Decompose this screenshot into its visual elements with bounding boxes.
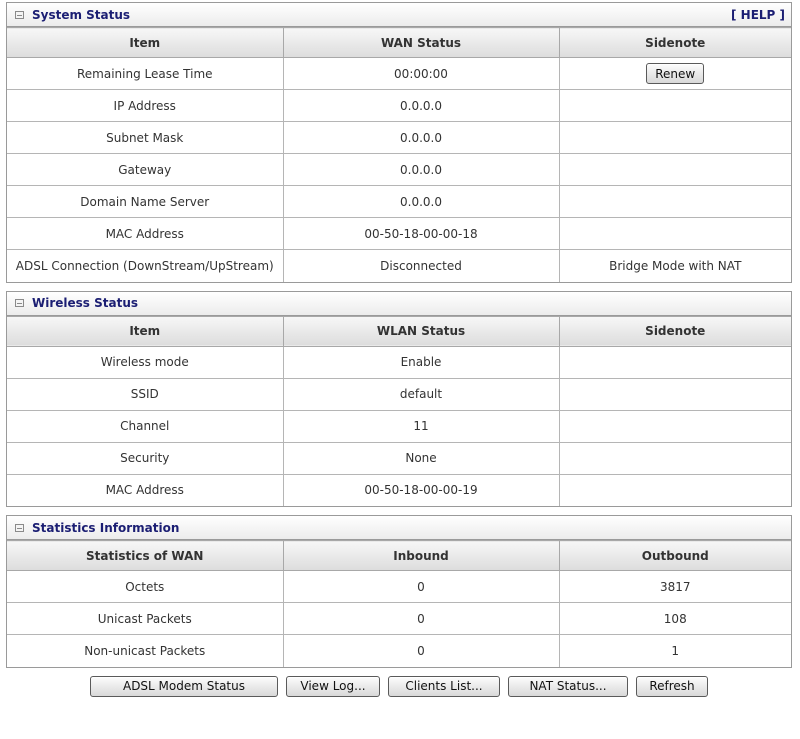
collapse-box-icon <box>15 10 24 19</box>
system-status-title-wrap: System Status <box>15 8 130 22</box>
row-item: SSID <box>7 377 284 411</box>
help-link[interactable]: [ HELP ] <box>731 8 785 22</box>
action-button-row: ADSL Modem Status View Log... Clients Li… <box>6 675 792 697</box>
table-header-row: Item WAN Status Sidenote <box>7 27 791 58</box>
row-status: 00-50-18-00-00-18 <box>282 217 560 250</box>
renew-button[interactable]: Renew <box>646 63 705 84</box>
column-header-item: Item <box>7 27 284 58</box>
table-row: IP Address 0.0.0.0 <box>7 89 791 122</box>
column-header-sidenote: Sidenote <box>558 315 791 347</box>
row-sidenote <box>558 121 791 154</box>
row-status: 0.0.0.0 <box>282 89 560 122</box>
row-sidenote: Bridge Mode with NAT <box>558 249 791 282</box>
row-inbound: 0 <box>282 602 560 635</box>
row-sidenote <box>558 441 791 475</box>
table-header-row: Item WLAN Status Sidenote <box>7 315 791 347</box>
adsl-modem-status-button[interactable]: ADSL Modem Status <box>90 675 278 697</box>
row-sidenote <box>558 89 791 122</box>
row-status: None <box>282 441 560 475</box>
row-status: 0.0.0.0 <box>282 121 560 154</box>
column-header-inbound: Inbound <box>282 540 560 571</box>
row-item: Subnet Mask <box>7 121 284 154</box>
table-row: Wireless mode Enable <box>7 345 791 379</box>
wireless-status-title-wrap: Wireless Status <box>15 296 138 310</box>
system-status-header: System Status [ HELP ] <box>7 3 791 27</box>
row-item: IP Address <box>7 89 284 122</box>
row-outbound: 108 <box>558 602 791 635</box>
row-item: Channel <box>7 409 284 443</box>
table-row: Subnet Mask 0.0.0.0 <box>7 121 791 154</box>
row-sidenote <box>558 377 791 411</box>
clients-list-button[interactable]: Clients List... <box>388 675 500 697</box>
row-outbound: 1 <box>558 634 791 667</box>
system-status-title: System Status <box>32 7 131 22</box>
statistics-header: Statistics Information <box>7 516 791 540</box>
row-item: Domain Name Server <box>7 185 284 218</box>
row-item: Wireless mode <box>7 345 284 379</box>
table-row: Security None <box>7 441 791 475</box>
statistics-title-wrap: Statistics Information <box>15 521 179 535</box>
row-status: 0.0.0.0 <box>282 153 560 186</box>
row-item: Non-unicast Packets <box>7 634 284 667</box>
table-row: Octets 0 3817 <box>7 570 791 603</box>
statistics-title: Statistics Information <box>32 520 180 535</box>
refresh-button[interactable]: Refresh <box>636 675 708 697</box>
row-sidenote <box>558 345 791 379</box>
wireless-status-title: Wireless Status <box>32 296 139 310</box>
row-status: Enable <box>282 345 560 379</box>
row-status: 11 <box>282 409 560 443</box>
row-item: ADSL Connection (DownStream/UpStream) <box>7 249 284 282</box>
column-header-wan-status: WAN Status <box>282 27 560 58</box>
wireless-status-table: Item WLAN Status Sidenote Wireless mode … <box>7 315 791 506</box>
column-header-sidenote: Sidenote <box>558 27 791 58</box>
row-item: Unicast Packets <box>7 602 284 635</box>
table-row: MAC Address 00-50-18-00-00-18 <box>7 217 791 250</box>
row-outbound: 3817 <box>558 570 791 603</box>
system-status-table: Item WAN Status Sidenote Remaining Lease… <box>7 27 791 282</box>
view-log-button[interactable]: View Log... <box>286 675 380 697</box>
nat-status-button[interactable]: NAT Status... <box>508 675 628 697</box>
row-sidenote <box>558 153 791 186</box>
row-status: 00:00:00 <box>282 57 560 90</box>
table-row: Remaining Lease Time 00:00:00 Renew <box>7 57 791 90</box>
row-item: MAC Address <box>7 473 284 506</box>
system-status-panel: System Status [ HELP ] Item WAN Status S… <box>6 2 792 283</box>
table-row: Gateway 0.0.0.0 <box>7 153 791 186</box>
table-row: Channel 11 <box>7 409 791 443</box>
table-row: Domain Name Server 0.0.0.0 <box>7 185 791 218</box>
wireless-status-panel: Wireless Status Item WLAN Status Sidenot… <box>6 290 792 507</box>
row-sidenote <box>558 217 791 250</box>
collapse-box-icon <box>15 523 24 532</box>
status-page: System Status [ HELP ] Item WAN Status S… <box>0 0 800 697</box>
table-row: Unicast Packets 0 108 <box>7 602 791 635</box>
table-row: Non-unicast Packets 0 1 <box>7 634 791 667</box>
column-header-outbound: Outbound <box>558 540 791 571</box>
row-status: Disconnected <box>282 249 560 282</box>
statistics-table: Statistics of WAN Inbound Outbound Octet… <box>7 540 791 667</box>
table-header-row: Statistics of WAN Inbound Outbound <box>7 540 791 571</box>
table-row: ADSL Connection (DownStream/UpStream) Di… <box>7 249 791 282</box>
row-item: Gateway <box>7 153 284 186</box>
table-row: SSID default <box>7 377 791 411</box>
table-row: MAC Address 00-50-18-00-00-19 <box>7 473 791 506</box>
collapse-box-icon <box>15 299 24 307</box>
column-header-item: Item <box>7 315 284 347</box>
statistics-panel: Statistics Information Statistics of WAN… <box>6 515 792 668</box>
row-sidenote: Renew <box>558 57 791 90</box>
wireless-status-header: Wireless Status <box>7 291 791 316</box>
row-sidenote <box>558 473 791 506</box>
row-status: 0.0.0.0 <box>282 185 560 218</box>
row-status: 00-50-18-00-00-19 <box>282 473 560 506</box>
row-sidenote <box>558 185 791 218</box>
row-item: Remaining Lease Time <box>7 57 284 90</box>
row-item: Octets <box>7 570 284 603</box>
row-status: default <box>282 377 560 411</box>
row-item: Security <box>7 441 284 475</box>
row-sidenote <box>558 409 791 443</box>
row-item: MAC Address <box>7 217 284 250</box>
row-inbound: 0 <box>282 570 560 603</box>
column-header-statistics-of-wan: Statistics of WAN <box>7 540 284 571</box>
column-header-wlan-status: WLAN Status <box>282 315 560 347</box>
row-inbound: 0 <box>282 634 560 667</box>
